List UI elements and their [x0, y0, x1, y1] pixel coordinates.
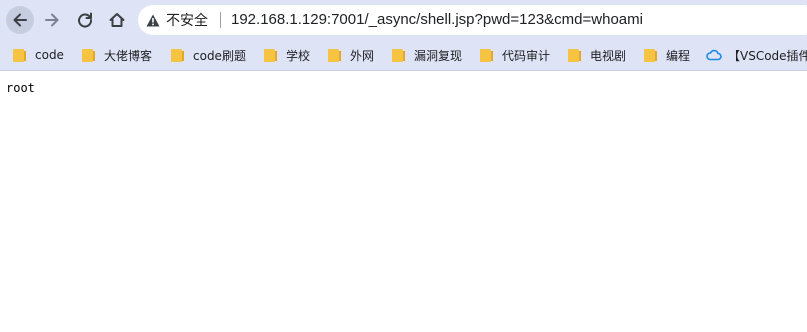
bookmark-foreign[interactable]: 外网 [328, 45, 374, 65]
command-output: root [6, 81, 35, 95]
folder-icon [264, 48, 277, 62]
reload-button[interactable] [71, 6, 99, 34]
folder-icon [644, 48, 657, 62]
url-text[interactable]: 192.168.1.129:7001/_async/shell.jsp?pwd=… [231, 11, 643, 28]
bookmark-vuln-repro[interactable]: 漏洞复现 [392, 45, 462, 65]
address-divider [220, 12, 221, 28]
bookmark-programming[interactable]: 编程 [644, 45, 690, 65]
folder-icon [568, 48, 581, 62]
bookmark-label: 电视剧 [590, 48, 627, 63]
cloud-icon [706, 49, 722, 61]
folder-icon [171, 48, 184, 62]
bookmark-tv-series[interactable]: 电视剧 [568, 45, 626, 65]
reload-icon [78, 12, 93, 28]
bookmark-label: 代码审计 [502, 48, 551, 63]
home-icon [109, 13, 125, 27]
address-bar[interactable]: 不安全 192.168.1.129:7001/_async/shell.jsp?… [138, 5, 807, 35]
bookmark-label: 大佬博客 [104, 48, 153, 63]
security-label: 不安全 [166, 13, 208, 29]
folder-icon [82, 48, 95, 62]
security-indicator[interactable]: 不安全 [146, 9, 208, 31]
bookmark-vscode-plugin[interactable]: 【VSCode插件 [706, 45, 807, 65]
bookmark-code[interactable]: code [13, 45, 64, 65]
forward-button[interactable] [38, 6, 66, 34]
bookmark-label: 编程 [666, 48, 691, 63]
bookmarks-bar: code 大佬博客 code刷题 学校 外网 漏洞复现 代码审计 电视剧 编程 … [0, 40, 807, 71]
arrow-left-icon [13, 13, 27, 27]
bookmark-label: 学校 [286, 48, 311, 63]
warning-triangle-icon [146, 14, 160, 26]
bookmark-code-practice[interactable]: code刷题 [171, 45, 246, 65]
folder-icon [392, 48, 405, 62]
folder-icon [328, 48, 341, 62]
bookmark-school[interactable]: 学校 [264, 45, 310, 65]
folder-icon [13, 48, 26, 62]
browser-toolbar: 不安全 192.168.1.129:7001/_async/shell.jsp?… [0, 0, 807, 40]
bookmark-blogs[interactable]: 大佬博客 [82, 45, 152, 65]
bookmark-code-audit[interactable]: 代码审计 [480, 45, 550, 65]
bookmark-label: 【VSCode插件 [728, 48, 807, 63]
folder-icon [480, 48, 493, 62]
bookmark-label: code [35, 48, 64, 62]
bookmark-label: 漏洞复现 [414, 48, 463, 63]
bookmark-label: code刷题 [193, 48, 246, 63]
bookmark-label: 外网 [350, 48, 375, 63]
home-button[interactable] [103, 6, 131, 34]
arrow-right-icon [45, 13, 59, 27]
back-button[interactable] [6, 6, 34, 34]
